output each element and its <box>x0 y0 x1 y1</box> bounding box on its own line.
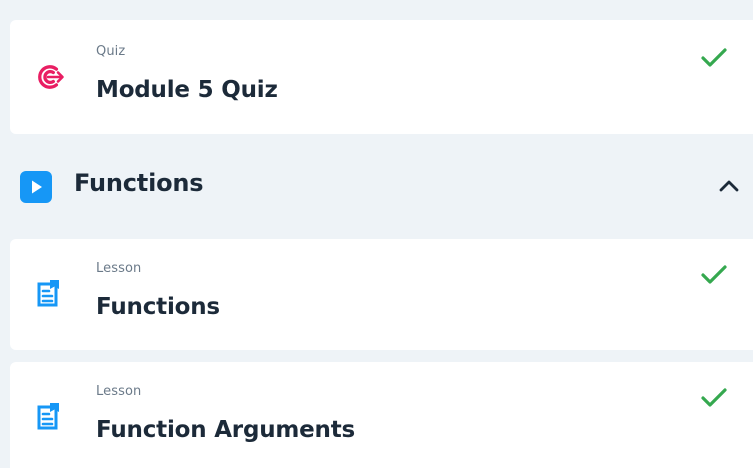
check-icon <box>701 265 727 284</box>
lesson-title[interactable]: Functions <box>96 294 220 320</box>
section-title: Functions <box>74 169 204 197</box>
play-icon <box>20 171 52 203</box>
lesson-title[interactable]: Function Arguments <box>96 417 355 443</box>
lesson-card-function-arguments[interactable]: Lesson Function Arguments <box>10 362 753 468</box>
quiz-card-module-5[interactable]: Quiz Module 5 Quiz <box>10 20 753 134</box>
lesson-type-label: Lesson <box>96 384 142 399</box>
quiz-title[interactable]: Module 5 Quiz <box>96 77 278 103</box>
document-icon <box>37 280 59 307</box>
quiz-type-label: Quiz <box>96 44 126 59</box>
section-header-functions[interactable]: Functions <box>0 161 753 213</box>
target-icon <box>38 65 64 89</box>
lesson-card-functions[interactable]: Lesson Functions <box>10 239 753 350</box>
chevron-up-icon[interactable] <box>715 174 743 198</box>
lesson-type-label: Lesson <box>96 261 142 276</box>
check-icon <box>701 48 727 67</box>
check-icon <box>701 388 727 407</box>
document-icon <box>37 403 59 430</box>
